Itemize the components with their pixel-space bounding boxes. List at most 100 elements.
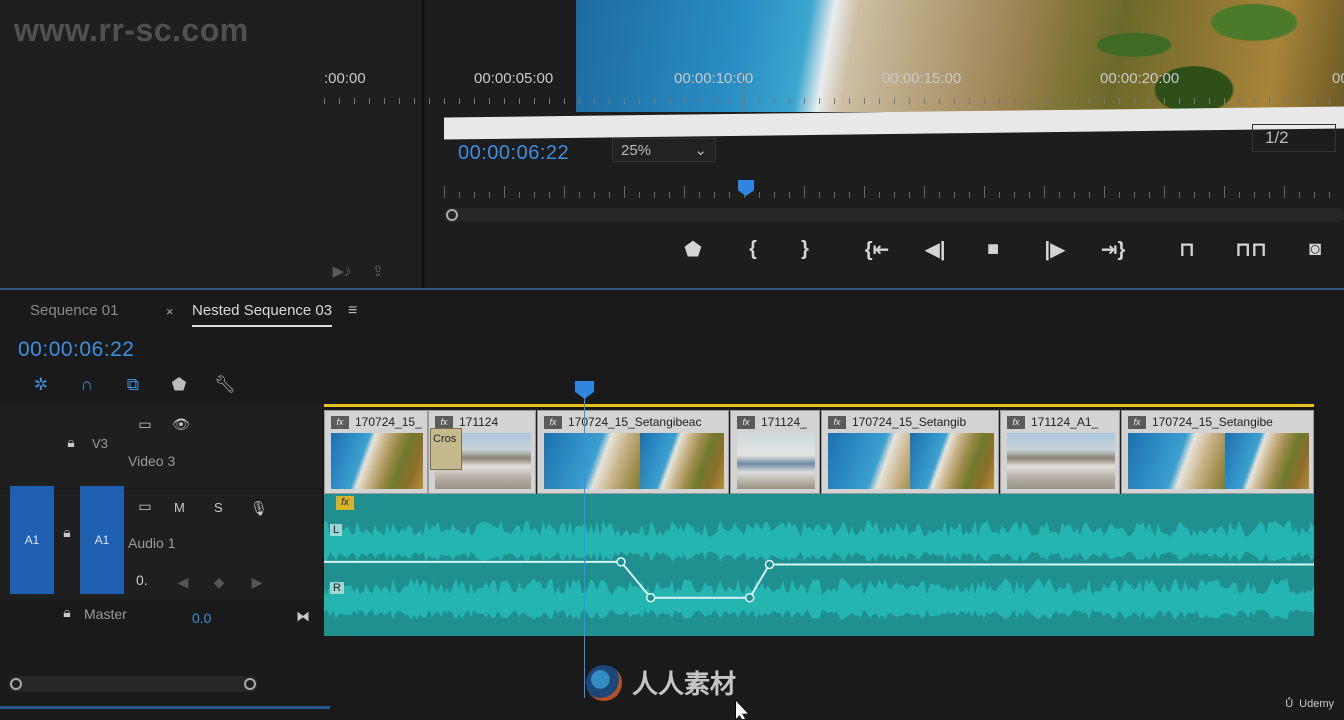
ruler-tick [969, 192, 970, 198]
clip-thumbnail [331, 433, 423, 489]
ruler-tick [324, 98, 325, 104]
step-back-button[interactable]: ◀| [918, 232, 952, 266]
clip-title: fx 171124_A1_ [1007, 415, 1098, 429]
clip-label: 170724_15_ [355, 415, 422, 429]
ruler-tick [534, 192, 535, 198]
go-to-out-button[interactable]: ⇥} [1096, 232, 1130, 266]
ruler-label: 00 [1332, 70, 1344, 87]
snap-magnet-icon[interactable]: ∩ [64, 374, 110, 396]
clip-thumbnail [640, 433, 724, 489]
mark-out-button[interactable]: } [788, 232, 822, 266]
close-icon[interactable]: × [166, 304, 174, 319]
go-to-in-button[interactable]: {⇤ [860, 232, 894, 266]
stop-button[interactable]: ■ [976, 232, 1010, 266]
ruler-tick [1134, 192, 1135, 198]
clip-label: 171124_ [761, 415, 807, 429]
ruler-tick [939, 192, 940, 198]
video-clip[interactable]: fx 170724_15_Setangib [821, 410, 999, 494]
ruler-tick [549, 98, 550, 104]
ruler-tick [519, 192, 520, 198]
video-clip[interactable]: fx 170724_15_ [324, 410, 428, 494]
ruler-tick [399, 98, 400, 104]
lock-icon[interactable]: 🔒︎ [60, 432, 82, 452]
prev-keyframe-icon[interactable]: ◀ [172, 572, 194, 592]
waveform-right-channel [324, 578, 1314, 620]
clip-title: fx 170724_15_ [331, 415, 422, 429]
audio-clip[interactable]: fx L R [324, 494, 1314, 636]
scroll-handle[interactable] [446, 209, 458, 221]
ruler-tick [579, 98, 580, 104]
ruler-tick [954, 192, 955, 198]
overwrite-icon[interactable]: ▶♪ [332, 262, 352, 280]
nest-toggle-icon[interactable]: ✲ [18, 374, 64, 396]
timeline-time-ruler[interactable]: :00:00 00:00:05:00 00:00:10:00 00:00:15:00 0… [324, 60, 1344, 112]
timeline-timecode[interactable]: 00:00:06:22 [18, 338, 134, 362]
scroll-end-handle[interactable] [244, 678, 256, 690]
export-icon[interactable]: ⇪ [368, 262, 388, 280]
transport-controls: ⬟{} {⇤ ◀| ■ |▶ ⇥} ⊓ ⊓⊓ ◙ [426, 232, 1344, 268]
linked-selection-icon[interactable]: ⧉ [110, 374, 156, 396]
master-volume-value[interactable]: 0.0 [192, 610, 211, 626]
zoom-select[interactable]: 25% ⌄ [612, 138, 716, 162]
ruler-tick [1164, 98, 1165, 104]
resolution-select[interactable]: 1/2 [1252, 124, 1336, 152]
ruler-tick [759, 192, 760, 198]
program-timecode[interactable]: 00:00:06:22 [458, 142, 569, 165]
tab-nested-sequence-03[interactable]: Nested Sequence 03 [192, 302, 333, 327]
track-target-a1[interactable]: A1 [80, 486, 124, 594]
lock-icon[interactable]: 🔒︎ [56, 602, 78, 622]
sync-lock-icon[interactable]: ▭ [134, 414, 156, 434]
clip-thumbnail [1225, 433, 1309, 489]
panel-menu-icon[interactable]: ≡ [348, 302, 357, 320]
export-frame-button[interactable]: ◙ [1298, 232, 1332, 266]
volume-keyframe[interactable] [764, 559, 775, 570]
video-clip[interactable]: fx 171124_ [730, 410, 820, 494]
track-volume-value[interactable]: 0. [136, 572, 148, 588]
video-clip[interactable]: fx 170724_15_Setangibe [1121, 410, 1314, 494]
fx-badge: fx [435, 415, 453, 429]
volume-keyframe[interactable] [744, 592, 755, 603]
cross-dissolve-transition[interactable]: Cros [430, 428, 462, 470]
microphone-icon[interactable]: 🎙︎ [248, 498, 270, 518]
ruler-tick [564, 186, 565, 198]
lock-icon[interactable]: 🔒︎ [56, 522, 78, 542]
fx-badge: fx [737, 415, 755, 429]
monitor-time-ruler[interactable] [444, 176, 1344, 198]
step-forward-button[interactable]: |▶ [1038, 232, 1072, 266]
wrench-icon[interactable]: 🔧︎ [202, 374, 248, 396]
ruler-tick [594, 98, 595, 104]
sync-lock-icon[interactable]: ▭ [134, 496, 156, 516]
scroll-start-handle[interactable] [10, 678, 22, 690]
mark-in-button[interactable]: { [736, 232, 770, 266]
ruler-tick [1239, 192, 1240, 198]
ruler-tick [834, 98, 835, 104]
lift-button[interactable]: ⊓ [1170, 232, 1204, 266]
work-area-bar[interactable] [324, 404, 1314, 407]
clip-title: fx 171124_ [737, 415, 807, 429]
fx-badge: fx [1128, 415, 1146, 429]
add-keyframe-icon[interactable]: ◆ [208, 572, 230, 592]
eye-icon[interactable]: 👁︎ [170, 414, 192, 434]
video-clip[interactable]: fx 170724_15_Setangibeac [537, 410, 729, 494]
next-keyframe-icon[interactable]: ▶ [246, 572, 268, 592]
volume-keyframe[interactable] [645, 592, 656, 603]
ruler-tick [999, 192, 1000, 198]
volume-keyframe[interactable] [616, 557, 626, 567]
udemy-label: Udemy [1299, 698, 1334, 710]
monitor-zoom-scrollbar[interactable] [444, 208, 1344, 222]
video-clip[interactable]: fx 171124_A1_ [1000, 410, 1120, 494]
source-patch-a1[interactable]: A1 [10, 486, 54, 594]
ruler-tick [354, 98, 355, 104]
ruler-tick [1284, 186, 1285, 198]
ruler-tick [1329, 98, 1330, 104]
extract-button[interactable]: ⊓⊓ [1234, 232, 1268, 266]
add-marker-icon[interactable]: ⬟ [156, 374, 202, 396]
tab-sequence-01[interactable]: Sequence 01 [30, 302, 118, 325]
go-to-end-icon[interactable]: ⧓ [292, 606, 314, 626]
solo-button[interactable]: S [214, 500, 223, 515]
timeline-zoom-scrollbar[interactable] [8, 676, 258, 692]
mute-button[interactable]: M [174, 500, 185, 515]
ruler-tick [774, 192, 775, 198]
add-marker-button[interactable]: ⬟ [676, 232, 710, 266]
ruler-major-tick [742, 72, 743, 112]
